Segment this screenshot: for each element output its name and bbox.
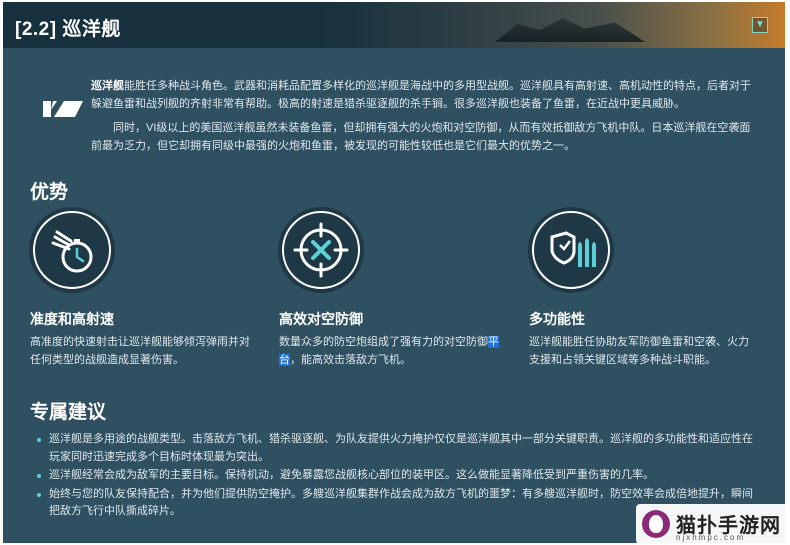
selected-text-highlight: 平 <box>488 336 499 348</box>
stopwatch-icon <box>51 230 93 273</box>
intro-text: 巡洋舰能胜任多种战斗角色。武器和消耗品配置多样化的巡洋舰是海战中的多用型战舰。巡… <box>91 78 761 162</box>
intro-paragraph-2: 同时，VI级以上的美国巡洋舰虽然未装备鱼雷，但却拥有强大的火炮和对空防御，从而有… <box>91 122 751 152</box>
crosshair-icon <box>293 222 349 278</box>
feature-title-accuracy: 准度和高射速 <box>30 311 114 327</box>
feature-title-antiair: 高效对空防御 <box>279 311 363 327</box>
cruiser-guide-panel: [2.2] 巡洋舰 ▼ 巡洋舰能胜任多种战斗角色。武器和消耗品配置多样化的巡洋舰… <box>3 2 785 543</box>
header-banner-art <box>315 2 785 48</box>
watermark-url: njxhmpc.com <box>676 533 746 542</box>
intro-bold-term: 巡洋舰 <box>91 80 124 92</box>
advantages-heading: 优势 <box>30 182 69 203</box>
intro-text-1: 能胜任多种战斗角色。武器和消耗品配置多样化的巡洋舰是海战中的多用型战舰。巡洋舰具… <box>91 80 751 110</box>
feature-icon-accuracy <box>29 207 115 293</box>
selected-text-highlight: 台 <box>279 353 290 366</box>
chevron-down-icon: ▼ <box>755 19 765 30</box>
list-item: 巡洋舰经常会成为敌军的主要目标。保持机动，避免暴露您战舰核心部位的装甲区。这么做… <box>37 467 757 485</box>
feature-title-versatility: 多功能性 <box>529 311 585 327</box>
intro-paragraph-1: 巡洋舰能胜任多种战斗角色。武器和消耗品配置多样化的巡洋舰是海战中的多用型战舰。巡… <box>91 78 761 113</box>
feature-desc-antiair-text-a: 数量众多的防空炮组成了强有力的对空防御 <box>279 336 488 348</box>
collapse-button[interactable]: ▼ <box>752 17 768 33</box>
cruiser-class-icon <box>43 101 83 117</box>
feature-icon-antiair <box>278 207 364 293</box>
feature-desc-antiair-text-b: ，能高效击落敌方飞机。 <box>290 353 411 366</box>
shield-shells-icon <box>550 231 596 267</box>
watermark-logo-icon <box>642 510 670 538</box>
section-title: [2.2] 巡洋舰 <box>15 19 121 40</box>
list-item: 巡洋舰是多用途的战舰类型。击落敌方飞机、猎杀驱逐舰、为队友提供火力掩护仅仅是巡洋… <box>37 431 757 466</box>
advice-heading: 专属建议 <box>30 402 107 423</box>
feature-desc-versatility: 巡洋舰能胜任协助友军防御鱼雷和空袭、火力支援和占领关键区域等多种战斗职能。 <box>529 336 749 366</box>
section-header: [2.2] 巡洋舰 ▼ <box>3 2 785 48</box>
feature-icon-versatility <box>528 207 614 293</box>
feature-desc-accuracy: 高准度的快速射击让巡洋舰能够倾泻弹雨并对任何类型的战舰造成显著伤害。 <box>30 336 250 366</box>
site-watermark: 猫扑手游网 njxhmpc.com <box>636 504 788 544</box>
feature-desc-antiair: 数量众多的防空炮组成了强有力的对空防御平台，能高效击落敌方飞机。 <box>279 334 509 369</box>
